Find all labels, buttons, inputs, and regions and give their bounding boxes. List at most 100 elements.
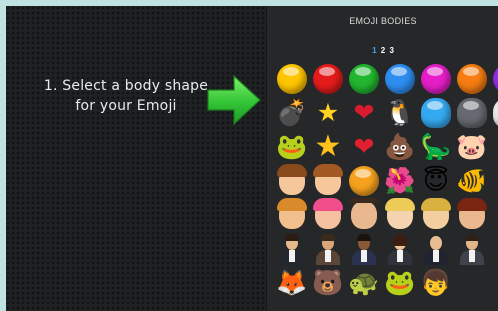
- body-gold-star[interactable]: ★: [311, 130, 345, 164]
- body-blonde-kid[interactable]: 👦: [419, 266, 453, 300]
- body-dinosaur[interactable]: 🦕: [419, 130, 453, 164]
- man-suit-gray-icon: [457, 233, 487, 265]
- body-bald-face[interactable]: [347, 198, 381, 232]
- body-pink-hair-face[interactable]: [311, 198, 345, 232]
- man-suit-bald-icon: [421, 233, 451, 265]
- body-blonde-wave-face[interactable]: [383, 198, 417, 232]
- frog-icon: 🐸: [276, 132, 308, 161]
- body-gray-blob[interactable]: [455, 96, 489, 130]
- body-orange-face[interactable]: [347, 164, 381, 198]
- gold-star-icon: ★: [314, 129, 342, 164]
- body-blue-blob[interactable]: [419, 96, 453, 130]
- body-fish[interactable]: 🐠: [455, 164, 489, 198]
- girl-pigtails-icon: [313, 164, 343, 195]
- body-magenta-ball[interactable]: [419, 62, 453, 96]
- body-turtle[interactable]: 🐢: [347, 266, 381, 300]
- body-brown-bear[interactable]: 🐻: [311, 266, 345, 300]
- body-flower[interactable]: 🌺: [383, 164, 417, 198]
- body-coffee-cup[interactable]: ☕: [491, 164, 498, 198]
- blue-blob-icon: [421, 98, 451, 128]
- body-green-ball[interactable]: [347, 62, 381, 96]
- brown-bear-icon: 🐻: [312, 268, 344, 297]
- fish-icon: 🐠: [456, 166, 488, 195]
- body-red-ball[interactable]: [311, 62, 345, 96]
- body-man-suit-bald[interactable]: [419, 232, 453, 266]
- blonde-wave-face-icon: [385, 198, 415, 229]
- body-girl-pigtails[interactable]: [311, 164, 345, 198]
- body-red-hair-face[interactable]: [455, 198, 489, 232]
- body-grid: 💣 ★ ❤ 🐧 🐸 ★ ❤ 💩 🦕 🐷 🌺 😇 🐠 ☕: [275, 62, 498, 300]
- white-blob-icon: [493, 98, 498, 128]
- body-angel-face[interactable]: 😇: [419, 164, 453, 198]
- woman-suit-icon: [385, 233, 415, 265]
- body-orange-ball[interactable]: [455, 62, 489, 96]
- app-frame: 1. Select a body shape for your Emoji EM…: [6, 6, 498, 311]
- green-frog-alt-icon: 🐸: [384, 268, 416, 297]
- heart-icon: ❤: [353, 132, 375, 161]
- blue-ball-icon: [385, 64, 415, 94]
- bomb-icon: 💣: [276, 98, 308, 127]
- dinosaur-icon: 🦕: [420, 132, 452, 161]
- blonde-long-face-icon: [421, 198, 451, 229]
- star-face-icon: ★: [316, 98, 340, 127]
- body-purple-ball[interactable]: [491, 62, 498, 96]
- page-2-link[interactable]: 2: [381, 46, 385, 55]
- blonde-kid-icon: 👦: [420, 268, 452, 297]
- turtle-icon: 🐢: [348, 268, 380, 297]
- gray-blob-icon: [457, 98, 487, 128]
- instruction-line-2: for your Emoji: [75, 98, 177, 114]
- body-poop[interactable]: 💩: [383, 130, 417, 164]
- orange-creature-icon: 🦊: [276, 268, 308, 297]
- man-suit-dark-icon: [277, 233, 307, 265]
- man-suit-brown-icon: [313, 233, 343, 265]
- purple-ball-icon: [493, 64, 498, 94]
- red-heart-icon: ❤: [353, 98, 375, 127]
- penguin-icon: 🐧: [384, 98, 416, 127]
- body-pink-character[interactable]: 🐷: [455, 130, 489, 164]
- body-man-suit-navy[interactable]: [347, 232, 381, 266]
- body-frog[interactable]: 🐸: [275, 130, 309, 164]
- magenta-ball-icon: [421, 64, 451, 94]
- red-hair-face-icon: [457, 198, 487, 229]
- body-star-face[interactable]: ★: [311, 96, 345, 130]
- arrow-right-icon: [207, 74, 261, 126]
- body-green-frog-alt[interactable]: 🐸: [383, 266, 417, 300]
- angel-face-icon: 😇: [422, 166, 450, 195]
- boy-face-icon: [277, 164, 307, 195]
- body-heart[interactable]: ❤: [347, 130, 381, 164]
- poop-icon: 💩: [384, 132, 416, 161]
- body-penguin[interactable]: 🐧: [383, 96, 417, 130]
- body-red-heart[interactable]: ❤: [347, 96, 381, 130]
- pink-hair-face-icon: [313, 198, 343, 229]
- body-white-blob[interactable]: [491, 96, 498, 130]
- body-boy-face[interactable]: [275, 164, 309, 198]
- orange-face-icon: [349, 166, 379, 196]
- page-1-link[interactable]: 1: [372, 46, 376, 55]
- body-curly-hair-face[interactable]: [275, 198, 309, 232]
- body-yellow-ball[interactable]: [275, 62, 309, 96]
- body-orange-creature[interactable]: 🦊: [275, 266, 309, 300]
- curly-hair-face-icon: [277, 198, 307, 229]
- body-blonde-long-face[interactable]: [419, 198, 453, 232]
- panel-title: EMOJI BODIES: [349, 16, 417, 26]
- yellow-ball-icon: [277, 64, 307, 94]
- pink-character-icon: 🐷: [456, 132, 488, 161]
- bald-face-icon: [349, 198, 379, 229]
- body-bomb[interactable]: 💣: [275, 96, 309, 130]
- emoji-bodies-panel: EMOJI BODIES 1 2 3 💣 ★ ❤ 🐧 🐸 ★ ❤ 💩 🦕 🐷 🌺…: [266, 6, 498, 311]
- man-suit-navy-icon: [349, 233, 379, 265]
- instruction-text: 1. Select a body shape for your Emoji: [26, 76, 226, 116]
- instruction-pane: 1. Select a body shape for your Emoji: [6, 6, 266, 311]
- red-ball-icon: [313, 64, 343, 94]
- page-3-link[interactable]: 3: [389, 46, 393, 55]
- body-empty-slot: [491, 130, 498, 164]
- body-empty-slot-2: [491, 198, 498, 232]
- body-man-suit-gray[interactable]: [455, 232, 489, 266]
- body-blue-ball[interactable]: [383, 62, 417, 96]
- orange-ball-icon: [457, 64, 487, 94]
- body-empty-slot-3: [491, 232, 498, 266]
- body-woman-suit[interactable]: [383, 232, 417, 266]
- body-man-suit-dark[interactable]: [275, 232, 309, 266]
- flower-icon: 🌺: [384, 166, 416, 195]
- body-man-suit-brown[interactable]: [311, 232, 345, 266]
